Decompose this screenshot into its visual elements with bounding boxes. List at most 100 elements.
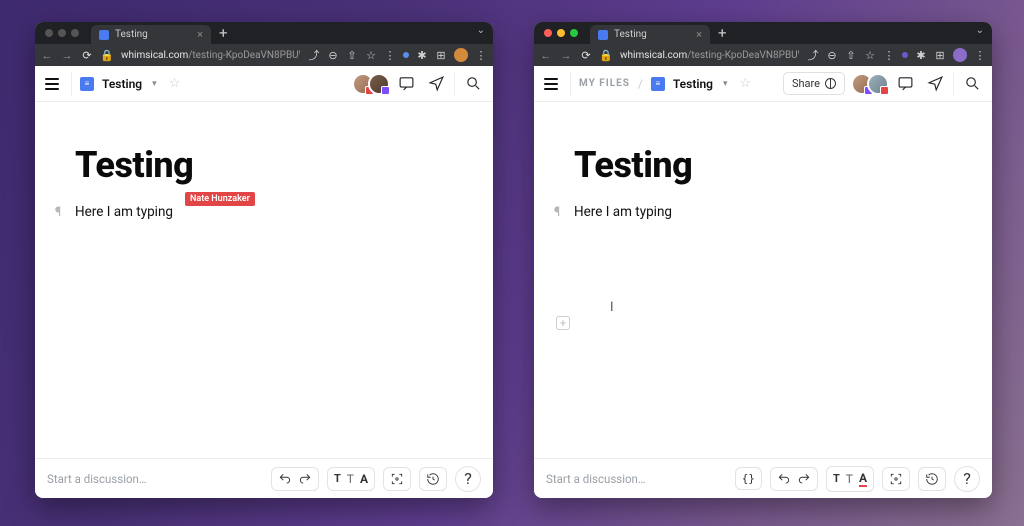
reload-icon[interactable]: ⟳ bbox=[580, 49, 592, 61]
doc-name[interactable]: Testing bbox=[673, 77, 713, 91]
undo-icon[interactable] bbox=[278, 472, 292, 486]
browser-tab[interactable]: Testing × bbox=[91, 25, 211, 44]
add-block-button[interactable]: + bbox=[556, 316, 570, 330]
url[interactable]: whimsical.com/testing-KpoDeaVN8PBUWe3H29… bbox=[121, 50, 300, 61]
close-tab-icon[interactable]: × bbox=[696, 29, 702, 40]
browser-window-left: Testing × + ⌄ ← → ⟳ 🔒 whimsical.com/test… bbox=[35, 22, 493, 498]
history-icon[interactable] bbox=[918, 467, 946, 491]
discussion-input[interactable]: Start a discussion… bbox=[47, 472, 263, 486]
undo-redo[interactable] bbox=[770, 467, 818, 491]
line-text[interactable]: Here I am typing bbox=[75, 204, 173, 220]
extensions-icon[interactable]: ✱ bbox=[416, 49, 428, 61]
divider bbox=[71, 72, 72, 96]
open-external-icon[interactable]: ⤴ bbox=[308, 49, 320, 61]
help-button[interactable]: ? bbox=[954, 466, 980, 492]
text-line[interactable]: ¶ Here I am typing bbox=[574, 204, 952, 220]
forward-icon[interactable]: → bbox=[560, 49, 572, 61]
code-block-icon[interactable]: {} bbox=[735, 467, 762, 490]
chevron-down-icon[interactable]: ▾ bbox=[723, 79, 728, 89]
share-icon[interactable]: ⇧ bbox=[346, 49, 358, 61]
text-color-icon: A bbox=[859, 471, 867, 487]
zoom-out-icon[interactable]: ⊖ bbox=[327, 49, 339, 61]
pin-icon[interactable]: ⊞ bbox=[934, 49, 946, 61]
breadcrumb-root[interactable]: MY FILES bbox=[579, 78, 630, 89]
focus-icon[interactable] bbox=[882, 467, 910, 491]
doc-title[interactable]: Testing bbox=[574, 144, 952, 186]
reload-icon[interactable]: ⟳ bbox=[81, 49, 93, 61]
line-text[interactable]: Here I am typing bbox=[574, 204, 672, 220]
back-icon[interactable]: ← bbox=[41, 49, 53, 61]
extension-icon[interactable] bbox=[902, 52, 908, 58]
presence-avatars[interactable] bbox=[352, 73, 390, 95]
url[interactable]: whimsical.com/testing-KpoDeaVN8PBUWe3H29… bbox=[620, 50, 799, 61]
text-style[interactable]: TT A bbox=[327, 467, 375, 491]
new-tab-button[interactable]: + bbox=[710, 22, 735, 44]
favorite-icon[interactable]: ☆ bbox=[740, 76, 752, 91]
paragraph-icon: ¶ bbox=[550, 205, 564, 220]
undo-icon[interactable] bbox=[777, 472, 791, 486]
discussion-input[interactable]: Start a discussion… bbox=[546, 472, 727, 486]
avatar[interactable] bbox=[867, 73, 889, 95]
menu-button[interactable] bbox=[41, 74, 63, 94]
tab-title: Testing bbox=[115, 29, 148, 40]
share-icon[interactable]: ⇧ bbox=[845, 49, 857, 61]
profile-avatar[interactable] bbox=[953, 48, 967, 62]
footer-toolbar: Start a discussion… TT A ? bbox=[35, 458, 493, 498]
tabs-overflow-icon[interactable]: ⌄ bbox=[976, 25, 984, 36]
doc-title[interactable]: Testing bbox=[75, 144, 453, 186]
help-button[interactable]: ? bbox=[455, 466, 481, 492]
avatar[interactable] bbox=[368, 73, 390, 95]
menu-icon[interactable]: ⋮ bbox=[475, 49, 487, 61]
doc-type-icon: ≡ bbox=[80, 77, 94, 91]
text-style[interactable]: TT A bbox=[826, 466, 874, 492]
comments-icon[interactable] bbox=[392, 70, 420, 98]
send-icon[interactable] bbox=[921, 70, 949, 98]
forward-icon[interactable]: → bbox=[61, 49, 73, 61]
menu-icon[interactable]: ⋮ bbox=[974, 49, 986, 61]
app-header: ≡ Testing ▾ ☆ bbox=[35, 66, 493, 102]
tab-title: Testing bbox=[614, 29, 647, 40]
search-icon[interactable] bbox=[958, 70, 986, 98]
separator: ⋮ bbox=[883, 49, 895, 61]
comments-icon[interactable] bbox=[891, 70, 919, 98]
browser-tab[interactable]: Testing × bbox=[590, 25, 710, 44]
address-bar: ← → ⟳ 🔒 whimsical.com/testing-KpoDeaVN8P… bbox=[534, 44, 992, 66]
back-icon[interactable]: ← bbox=[540, 49, 552, 61]
text-line[interactable]: ¶ Here I am typing Nate Hunzaker bbox=[75, 204, 453, 220]
tab-strip: Testing × + ⌄ bbox=[35, 22, 493, 44]
doc-name[interactable]: Testing bbox=[102, 77, 142, 91]
send-icon[interactable] bbox=[422, 70, 450, 98]
profile-avatar[interactable] bbox=[454, 48, 468, 62]
zoom-out-icon[interactable]: ⊖ bbox=[826, 49, 838, 61]
extensions-icon[interactable]: ✱ bbox=[915, 49, 927, 61]
text-caret-icon: I bbox=[610, 300, 614, 315]
window-controls[interactable] bbox=[41, 22, 85, 44]
new-tab-button[interactable]: + bbox=[211, 22, 236, 44]
breadcrumb: MY FILES / ≡ Testing ▾ ☆ bbox=[579, 76, 751, 91]
search-icon[interactable] bbox=[459, 70, 487, 98]
favorite-icon[interactable]: ☆ bbox=[169, 76, 181, 91]
paragraph-icon: ¶ bbox=[51, 205, 65, 220]
undo-redo[interactable] bbox=[271, 467, 319, 491]
close-tab-icon[interactable]: × bbox=[197, 29, 203, 40]
share-button[interactable]: Share bbox=[783, 72, 845, 95]
focus-icon[interactable] bbox=[383, 467, 411, 491]
redo-icon[interactable] bbox=[797, 472, 811, 486]
doc-icon bbox=[598, 30, 608, 40]
extension-icon[interactable] bbox=[403, 52, 409, 58]
history-icon[interactable] bbox=[419, 467, 447, 491]
pin-icon[interactable]: ⊞ bbox=[435, 49, 447, 61]
window-controls[interactable] bbox=[540, 22, 584, 44]
redo-icon[interactable] bbox=[298, 472, 312, 486]
divider bbox=[953, 72, 954, 96]
address-bar: ← → ⟳ 🔒 whimsical.com/testing-KpoDeaVN8P… bbox=[35, 44, 493, 66]
document-body[interactable]: Testing ¶ Here I am typing Nate Hunzaker bbox=[35, 102, 493, 458]
bookmark-icon[interactable]: ☆ bbox=[864, 49, 876, 61]
bookmark-icon[interactable]: ☆ bbox=[365, 49, 377, 61]
document-body[interactable]: Testing ¶ Here I am typing I + bbox=[534, 102, 992, 458]
presence-avatars[interactable] bbox=[851, 73, 889, 95]
menu-button[interactable] bbox=[540, 74, 562, 94]
open-external-icon[interactable]: ⤴ bbox=[807, 49, 819, 61]
chevron-down-icon[interactable]: ▾ bbox=[152, 79, 157, 89]
tabs-overflow-icon[interactable]: ⌄ bbox=[477, 25, 485, 36]
